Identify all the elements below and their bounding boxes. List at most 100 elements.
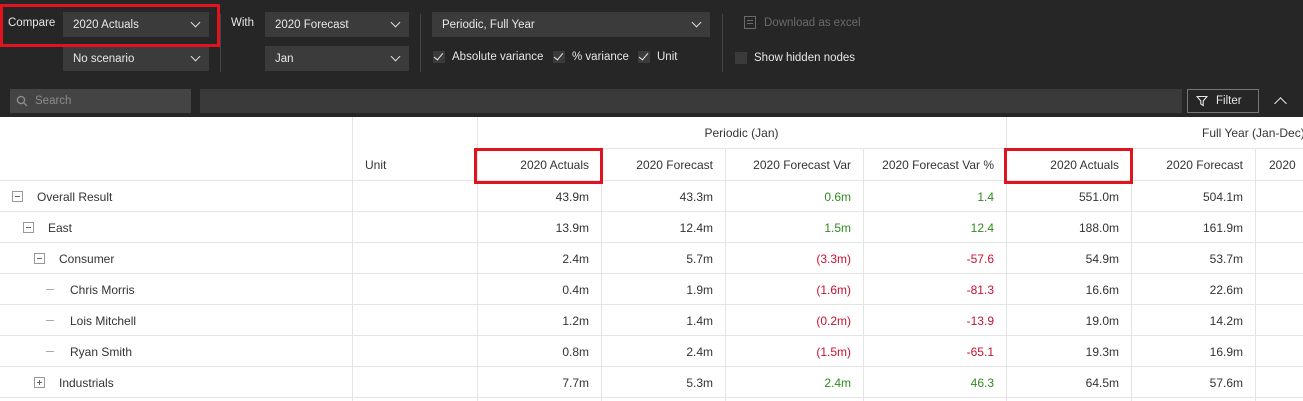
checkbox-label: Absolute variance <box>452 51 544 63</box>
table-cell: 7.7m <box>562 375 589 390</box>
collapse-icon[interactable] <box>34 253 45 264</box>
table-cell: 12.4 <box>970 220 994 235</box>
table-cell: 0.8m <box>562 344 589 359</box>
table-cell: 19.3m <box>1085 344 1119 359</box>
collapse-icon[interactable] <box>23 222 34 233</box>
table-cell: 16.6m <box>1085 282 1119 297</box>
with-dropdown-value: 2020 Forecast <box>275 18 349 31</box>
table-cell: 0.4m <box>562 282 589 297</box>
download-excel-button[interactable]: Download as excel <box>744 16 861 29</box>
table-cell: 551.0m <box>1078 189 1119 204</box>
table-cell: (3.3m) <box>816 251 851 266</box>
with-dropdown[interactable]: 2020 Forecast <box>265 12 409 37</box>
column-header[interactable]: 2020 Forecast <box>601 149 725 180</box>
column-header[interactable]: 2020 <box>1255 149 1303 180</box>
table-cell: 12.4m <box>679 220 713 235</box>
collapse-icon[interactable] <box>12 191 23 202</box>
filter-expression-bar[interactable] <box>200 89 1182 113</box>
table-cell: 1.9m <box>686 282 713 297</box>
download-label: Download as excel <box>764 16 861 29</box>
checkbox-checked-icon <box>638 51 650 63</box>
table-cell: 43.3m <box>679 189 713 204</box>
checkbox-checked-icon <box>553 51 565 63</box>
row-label: Consumer <box>59 251 115 266</box>
table-cell: 64.5m <box>1085 375 1119 390</box>
show-hidden-nodes-checkbox[interactable]: Show hidden nodes <box>735 52 855 64</box>
table-cell: 22.6m <box>1209 282 1243 297</box>
leaf-node-icon <box>46 289 54 290</box>
unit-checkbox[interactable]: Unit <box>638 51 677 63</box>
compare-dropdown-value: 2020 Actuals <box>73 18 139 31</box>
table-cell: 13.9m <box>555 220 589 235</box>
column-divider <box>1255 149 1256 401</box>
table-cell: 1.2m <box>562 313 589 328</box>
funnel-icon <box>1196 95 1208 107</box>
filter-label: Filter <box>1216 95 1242 107</box>
checkbox-label: % variance <box>572 51 629 63</box>
checkbox-checked-icon <box>433 51 445 63</box>
table-cell: (1.6m) <box>816 282 851 297</box>
table-cell: (0.2m) <box>816 313 851 328</box>
table-cell: -13.9 <box>966 313 994 328</box>
comparison-grid: Periodic (Jan) Full Year (Jan-Dec) Unit … <box>0 117 1303 401</box>
row-label: Chris Morris <box>70 282 135 297</box>
search-placeholder: Search <box>35 95 72 107</box>
table-cell: 2.4m <box>824 375 851 390</box>
table-cell: 0.6m <box>824 189 851 204</box>
excel-icon <box>744 16 756 29</box>
table-cell: 57.6m <box>1209 375 1243 390</box>
with-label: With <box>231 17 254 29</box>
chevron-down-icon <box>390 17 401 28</box>
column-header[interactable]: 2020 Actuals <box>477 149 601 180</box>
scenario-dropdown[interactable]: No scenario <box>63 46 209 71</box>
table-cell: 2.4m <box>686 344 713 359</box>
chevron-down-icon <box>190 51 201 62</box>
table-cell: -65.1 <box>966 344 994 359</box>
table-cell: (1.5m) <box>816 344 851 359</box>
absolute-variance-checkbox[interactable]: Absolute variance <box>433 51 543 63</box>
toolbar-divider <box>420 14 421 72</box>
leaf-node-icon <box>46 351 54 352</box>
column-header-unit[interactable]: Unit <box>352 149 477 180</box>
leaf-node-icon <box>46 320 54 321</box>
search-input[interactable]: Search <box>10 89 191 113</box>
period-dropdown[interactable]: Jan <box>265 46 409 71</box>
column-header[interactable]: 2020 Forecast <box>1131 149 1255 180</box>
table-cell: 53.7m <box>1209 251 1243 266</box>
filter-button[interactable]: Filter <box>1187 89 1259 113</box>
checkbox-unchecked-icon <box>735 52 747 64</box>
row-label: Industrials <box>59 375 114 390</box>
table-cell: 161.9m <box>1202 220 1243 235</box>
column-header[interactable]: 2020 Forecast Var <box>725 149 863 180</box>
table-cell: 16.9m <box>1209 344 1243 359</box>
table-cell: 19.0m <box>1085 313 1119 328</box>
chevron-up-icon <box>1273 97 1287 110</box>
collapse-toolbar-button[interactable] <box>1268 89 1292 113</box>
period-dropdown-value: Jan <box>275 52 294 65</box>
compare-label: Compare <box>8 17 56 29</box>
table-cell: -57.6 <box>966 251 994 266</box>
table-cell: 43.9m <box>555 189 589 204</box>
table-cell: 14.2m <box>1209 313 1243 328</box>
percent-variance-checkbox[interactable]: % variance <box>553 51 629 63</box>
scenario-dropdown-value: No scenario <box>73 52 135 65</box>
column-header[interactable]: 2020 Actuals <box>1006 149 1131 180</box>
table-cell: 46.3 <box>970 375 994 390</box>
table-cell: 2.4m <box>562 251 589 266</box>
compare-dropdown[interactable]: 2020 Actuals <box>63 12 209 37</box>
table-cell: 1.5m <box>824 220 851 235</box>
view-dropdown-value: Periodic, Full Year <box>442 18 535 31</box>
checkbox-label: Unit <box>657 51 678 63</box>
view-dropdown[interactable]: Periodic, Full Year <box>432 12 710 37</box>
table-cell: 5.7m <box>686 251 713 266</box>
chevron-down-icon <box>390 51 401 62</box>
toolbar-divider <box>722 14 723 72</box>
column-header[interactable]: 2020 Forecast Var % <box>863 149 1006 180</box>
table-cell: 5.3m <box>686 375 713 390</box>
chevron-down-icon <box>190 17 201 28</box>
expand-icon[interactable] <box>34 377 45 388</box>
table-cell: 1.4m <box>686 313 713 328</box>
search-row: Search Filter <box>0 85 1303 117</box>
group-header-periodic: Periodic (Jan) <box>704 125 779 140</box>
column-divider <box>352 117 353 401</box>
